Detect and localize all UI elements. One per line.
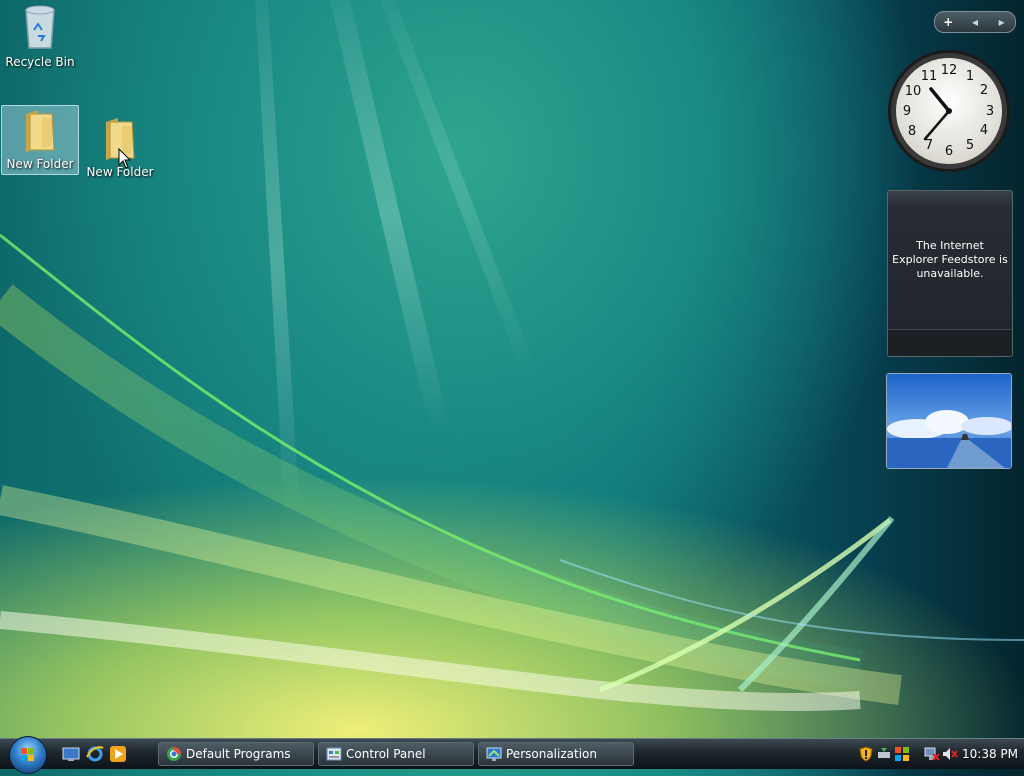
svg-text:3: 3: [986, 104, 994, 119]
task-label: Default Programs: [186, 747, 291, 761]
media-player-icon[interactable]: [109, 745, 127, 763]
add-gadget-button[interactable]: +: [935, 15, 962, 29]
next-page-button[interactable]: ▸: [988, 15, 1015, 29]
folder-icon: [26, 110, 55, 152]
network-disconnected-icon[interactable]: [924, 746, 940, 762]
new-folder-label-1: New Folder: [6, 157, 74, 171]
recycle-bin-icon: [25, 5, 55, 49]
system-clock[interactable]: 10:38 PM: [962, 747, 1018, 761]
security-shield-icon[interactable]: [858, 746, 874, 762]
svg-text:11: 11: [921, 69, 938, 84]
svg-text:1: 1: [966, 69, 974, 84]
default-programs-icon: [167, 747, 181, 761]
svg-text:9: 9: [903, 104, 911, 119]
system-tray: 10:38 PM: [854, 742, 1022, 766]
taskbar: Default Programs Control Panel Personali…: [0, 736, 1024, 774]
volume-muted-icon[interactable]: [942, 746, 958, 762]
svg-text:2: 2: [980, 83, 988, 98]
personalization-icon: [486, 747, 502, 761]
taskbar-personalization[interactable]: Personalization: [478, 742, 634, 766]
task-label: Control Panel: [346, 747, 426, 761]
svg-text:7: 7: [925, 138, 933, 153]
svg-text:10: 10: [905, 84, 922, 99]
recycle-bin-label: Recycle Bin: [5, 55, 75, 69]
feed-headlines-gadget[interactable]: The Internet Explorer Feedstore is unava…: [887, 190, 1013, 357]
previous-page-button[interactable]: ◂: [962, 15, 989, 29]
internet-explorer-icon[interactable]: [86, 745, 104, 763]
svg-text:12: 12: [941, 63, 958, 78]
svg-text:8: 8: [908, 124, 916, 139]
show-desktop-icon[interactable]: [62, 745, 80, 763]
control-panel-icon: [326, 747, 342, 761]
svg-text:6: 6: [945, 144, 953, 159]
taskbar-default-programs[interactable]: Default Programs: [158, 742, 314, 766]
slideshow-gadget[interactable]: [886, 373, 1012, 469]
desktop-wallpaper: [0, 0, 1024, 711]
new-folder-desktop-icon-1[interactable]: New Folder: [1, 105, 79, 175]
taskbar-control-panel[interactable]: Control Panel: [318, 742, 474, 766]
svg-text:4: 4: [980, 123, 988, 138]
windows-update-icon[interactable]: [894, 746, 910, 762]
safely-remove-hardware-icon[interactable]: [876, 746, 892, 762]
sidebar-toolbar: + ◂ ▸: [934, 11, 1016, 33]
feed-message: The Internet Explorer Feedstore is unava…: [892, 239, 1008, 280]
recycle-bin-desktop-icon[interactable]: Recycle Bin: [0, 2, 80, 69]
start-button[interactable]: [9, 736, 47, 774]
mouse-cursor-icon: [118, 148, 132, 169]
clock-gadget[interactable]: 12 12 345 678 91011: [887, 49, 1011, 173]
task-label: Personalization: [506, 747, 597, 761]
svg-text:5: 5: [966, 138, 974, 153]
feed-footer: [888, 329, 1012, 356]
